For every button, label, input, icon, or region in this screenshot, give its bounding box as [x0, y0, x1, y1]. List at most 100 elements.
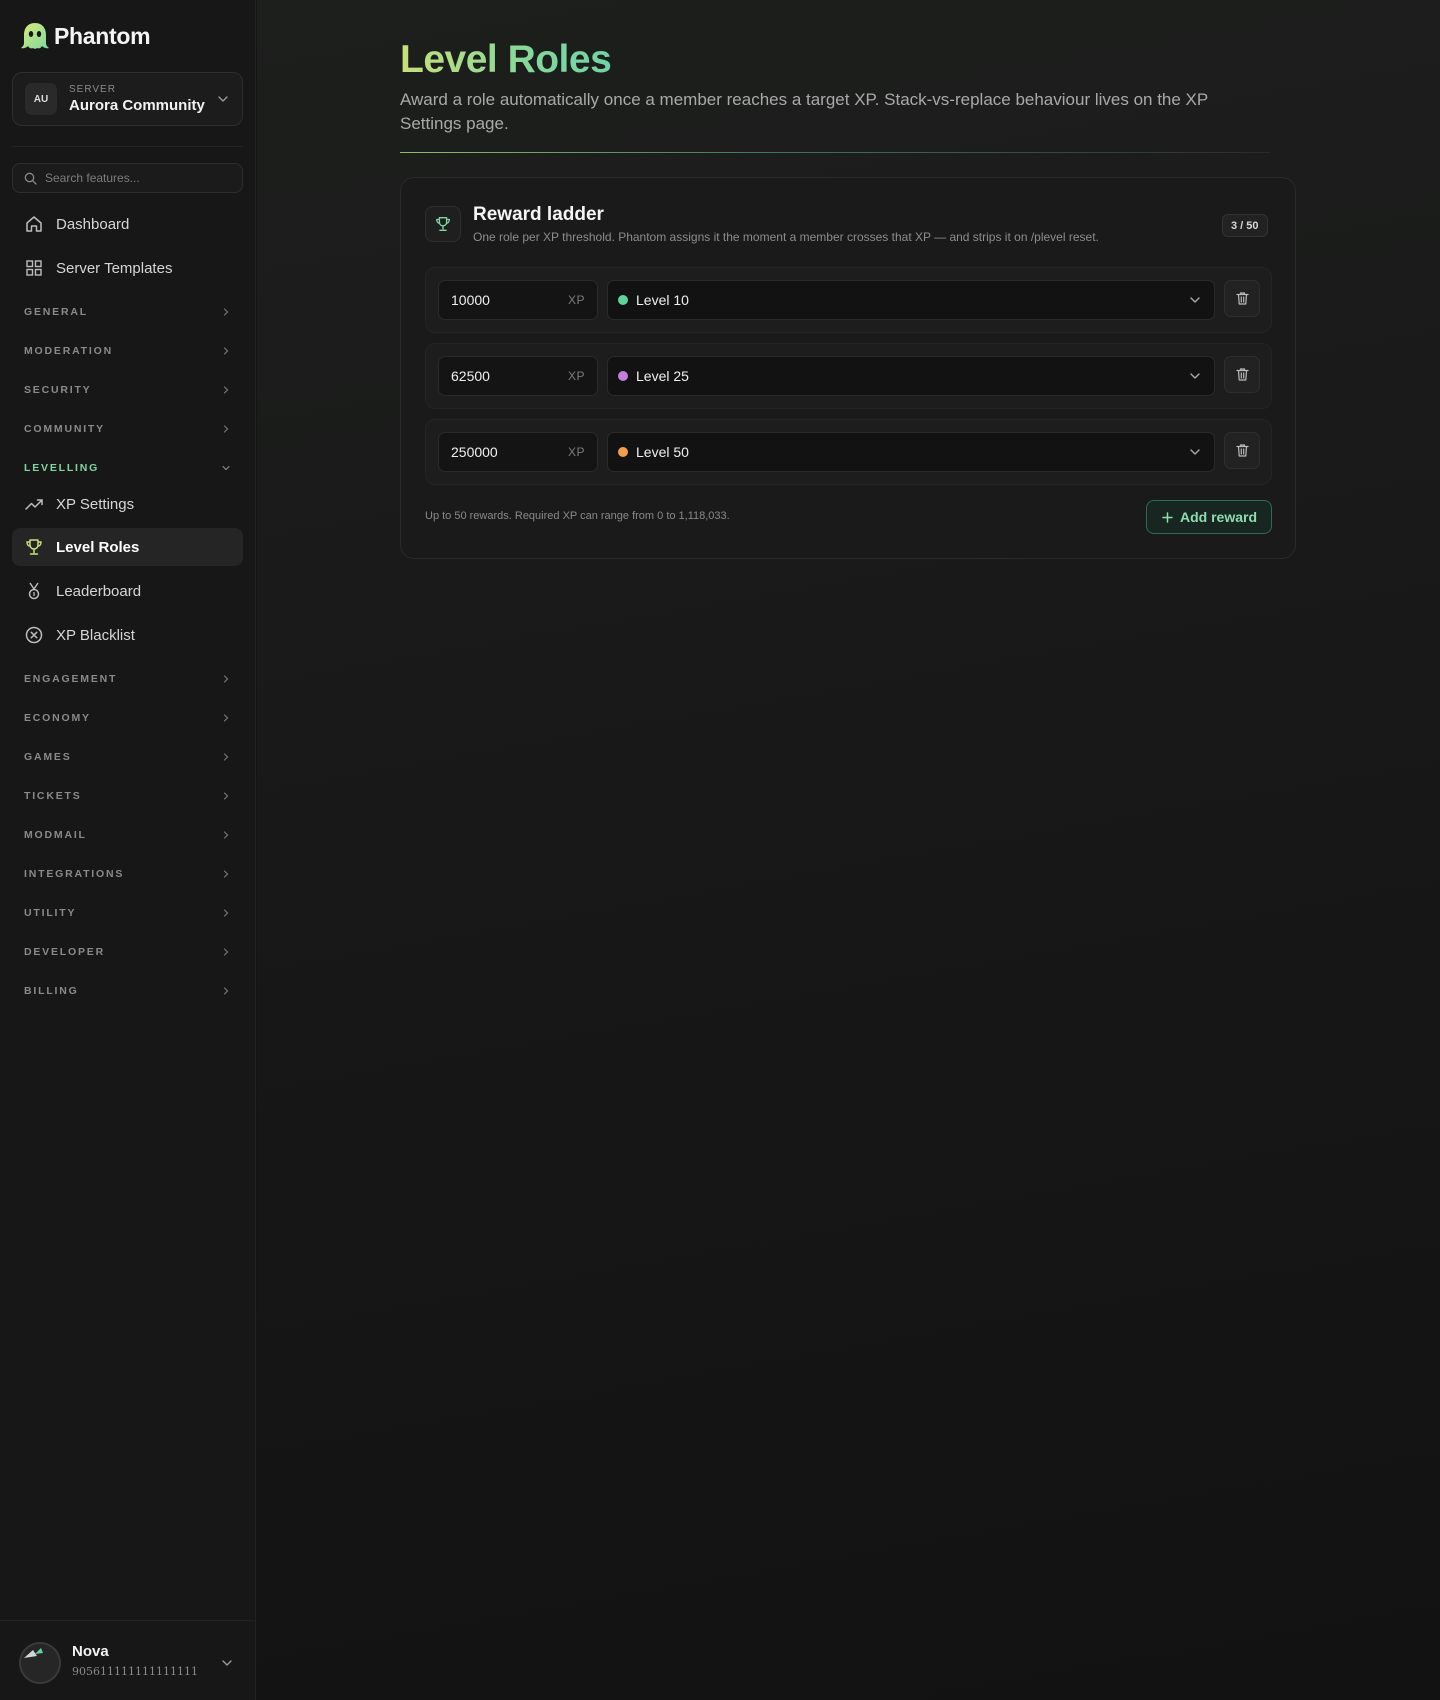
delete-reward-button[interactable]	[1224, 356, 1260, 393]
sidebar-item-leaderboard[interactable]: Leaderboard	[12, 572, 243, 610]
section-label: MODMAIL	[24, 829, 87, 841]
user-id: 905611111111111111	[72, 1665, 198, 1678]
chevron-right-icon	[223, 347, 229, 355]
role-name: Level 50	[636, 444, 689, 460]
sidebar-item-label: XP Blacklist	[56, 626, 135, 644]
role-select[interactable]: Level 50	[607, 432, 1215, 472]
section-developer[interactable]: DEVELOPER	[24, 944, 232, 960]
chevron-down-icon	[1190, 449, 1200, 455]
xp-value: 250000	[451, 444, 498, 460]
ghost-logo-icon	[21, 23, 49, 49]
section-label: MODERATION	[24, 345, 113, 357]
delete-reward-button[interactable]	[1224, 280, 1260, 317]
search-icon	[24, 172, 37, 185]
card-footer-note: Up to 50 rewards. Required XP can range …	[425, 510, 730, 522]
section-utility[interactable]: UTILITY	[24, 905, 232, 921]
sidebar-item-dashboard[interactable]: Dashboard	[12, 205, 243, 243]
role-select[interactable]: Level 25	[607, 356, 1215, 396]
user-menu[interactable]: Nova 905611111111111111	[0, 1620, 256, 1700]
chevron-down-icon	[1190, 297, 1200, 303]
home-icon	[26, 216, 42, 232]
section-modmail[interactable]: MODMAIL	[24, 827, 232, 843]
reward-count-badge: 3 / 50	[1222, 214, 1268, 237]
server-texts: SERVER Aurora Community	[69, 84, 216, 114]
chevron-down-icon	[218, 96, 228, 102]
section-moderation[interactable]: MODERATION	[24, 343, 232, 359]
chevron-down-icon	[222, 465, 230, 471]
section-general[interactable]: GENERAL	[24, 304, 232, 320]
trash-icon	[1235, 292, 1249, 305]
section-integrations[interactable]: INTEGRATIONS	[24, 866, 232, 882]
section-label: INTEGRATIONS	[24, 868, 125, 880]
section-games[interactable]: GAMES	[24, 749, 232, 765]
section-security[interactable]: SECURITY	[24, 382, 232, 398]
section-engagement[interactable]: ENGAGEMENT	[24, 671, 232, 687]
title-divider	[400, 152, 1270, 153]
trash-icon	[1235, 368, 1249, 381]
sidebar-item-xp-settings[interactable]: XP Settings	[12, 485, 243, 523]
xp-value: 10000	[451, 292, 490, 308]
section-label: LEVELLING	[24, 462, 100, 474]
xp-input[interactable]: 62500 XP	[438, 356, 598, 396]
reward-row: 62500 XP Level 25	[425, 343, 1272, 409]
chevron-right-icon	[223, 308, 229, 316]
server-label: SERVER	[69, 84, 116, 95]
server-switcher[interactable]: AU SERVER Aurora Community	[12, 72, 243, 126]
card-description: One role per XP threshold. Phantom assig…	[473, 230, 1099, 244]
card-icon-box	[425, 206, 461, 242]
search-input[interactable]	[45, 171, 231, 185]
chevron-right-icon	[223, 714, 229, 722]
chevron-right-icon	[223, 909, 229, 917]
section-levelling[interactable]: LEVELLING	[24, 460, 232, 476]
sidebar-item-label: XP Settings	[56, 495, 135, 513]
avatar-image-icon	[21, 1644, 59, 1682]
search-box[interactable]	[12, 163, 243, 193]
add-reward-label: Add reward	[1179, 509, 1257, 525]
page-title: Level Roles	[400, 38, 612, 81]
brand-name: Phantom	[54, 22, 151, 49]
role-name: Level 25	[636, 368, 689, 384]
section-label: COMMUNITY	[24, 423, 105, 435]
page-subtitle: Award a role automatically once a member…	[400, 90, 1208, 133]
plus-icon	[1162, 511, 1173, 523]
trend-up-icon	[25, 499, 43, 510]
section-community[interactable]: COMMUNITY	[24, 421, 232, 437]
server-avatar: AU	[25, 83, 57, 115]
section-billing[interactable]: BILLING	[24, 983, 232, 999]
add-reward-button[interactable]: Add reward	[1146, 500, 1272, 534]
sidebar-item-server-templates[interactable]: Server Templates	[12, 249, 243, 287]
section-label: DEVELOPER	[24, 946, 105, 958]
section-economy[interactable]: ECONOMY	[24, 710, 232, 726]
section-label: ECONOMY	[24, 712, 91, 724]
xp-input[interactable]: 10000 XP	[438, 280, 598, 320]
sidebar-item-label: Leaderboard	[56, 582, 142, 600]
server-name: Aurora Community	[69, 97, 205, 114]
role-color-dot	[618, 447, 628, 457]
chevron-right-icon	[223, 987, 229, 995]
sidebar-item-label: Dashboard	[56, 215, 130, 233]
xp-unit: XP	[567, 369, 585, 383]
section-label: GENERAL	[24, 306, 88, 318]
section-tickets[interactable]: TICKETS	[24, 788, 232, 804]
chevron-down-icon	[222, 1660, 232, 1666]
reward-row: 10000 XP Level 10	[425, 267, 1272, 333]
xp-input[interactable]: 250000 XP	[438, 432, 598, 472]
brand[interactable]: Phantom	[20, 20, 151, 52]
sidebar-item-label: Server Templates	[56, 259, 173, 277]
role-color-dot	[618, 295, 628, 305]
chevron-right-icon	[223, 675, 229, 683]
reward-row: 250000 XP Level 50	[425, 419, 1272, 485]
avatar	[19, 1642, 61, 1684]
trophy-icon	[26, 539, 42, 555]
x-circle-icon	[25, 626, 43, 644]
xp-unit: XP	[567, 293, 585, 307]
role-color-dot	[618, 371, 628, 381]
sidebar-item-xp-blacklist[interactable]: XP Blacklist	[12, 616, 243, 654]
role-select[interactable]: Level 10	[607, 280, 1215, 320]
card-title: Reward ladder	[473, 204, 604, 225]
delete-reward-button[interactable]	[1224, 432, 1260, 469]
trash-icon	[1235, 444, 1249, 457]
chevron-right-icon	[223, 753, 229, 761]
sidebar-item-level-roles[interactable]: Level Roles	[12, 528, 243, 566]
chevron-down-icon	[1190, 373, 1200, 379]
